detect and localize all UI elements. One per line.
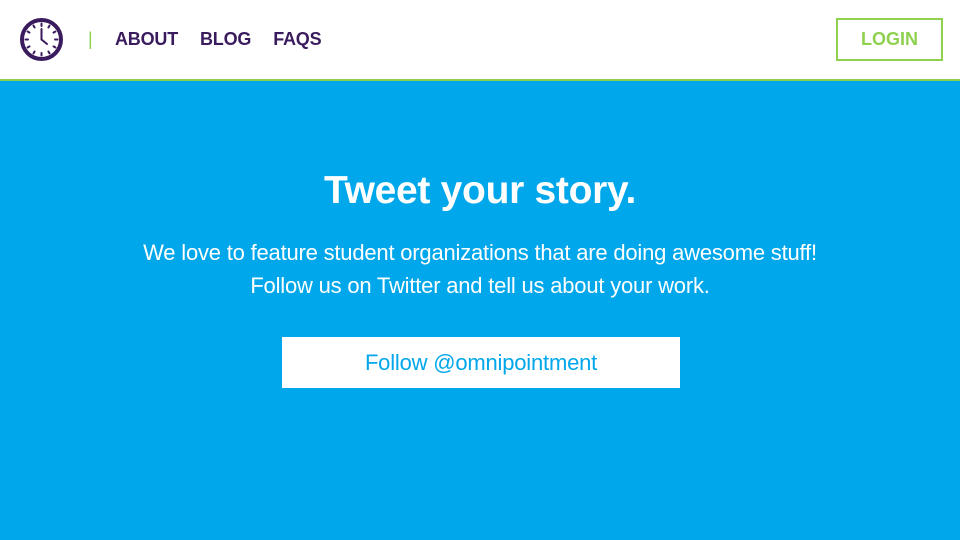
nav-faqs-link[interactable]: FAQS bbox=[273, 27, 321, 51]
hero-description: We love to feature student organizations… bbox=[0, 236, 960, 302]
nav-divider: | bbox=[88, 29, 93, 49]
clock-icon[interactable] bbox=[19, 17, 64, 62]
top-navigation-bar: | ABOUT BLOG FAQS LOGIN bbox=[0, 0, 960, 81]
nav-about-link[interactable]: ABOUT bbox=[115, 27, 178, 51]
main-nav: ABOUT BLOG FAQS bbox=[115, 27, 322, 51]
follow-twitter-button[interactable]: Follow @omnipointment bbox=[282, 337, 680, 388]
hero-description-line-1: We love to feature student organizations… bbox=[143, 240, 817, 265]
login-button[interactable]: LOGIN bbox=[836, 18, 943, 61]
nav-blog-link[interactable]: BLOG bbox=[200, 27, 251, 51]
hero-section: Tweet your story. We love to feature stu… bbox=[0, 83, 960, 540]
hero-description-line-2: Follow us on Twitter and tell us about y… bbox=[250, 273, 710, 298]
hero-title: Tweet your story. bbox=[323, 169, 637, 212]
